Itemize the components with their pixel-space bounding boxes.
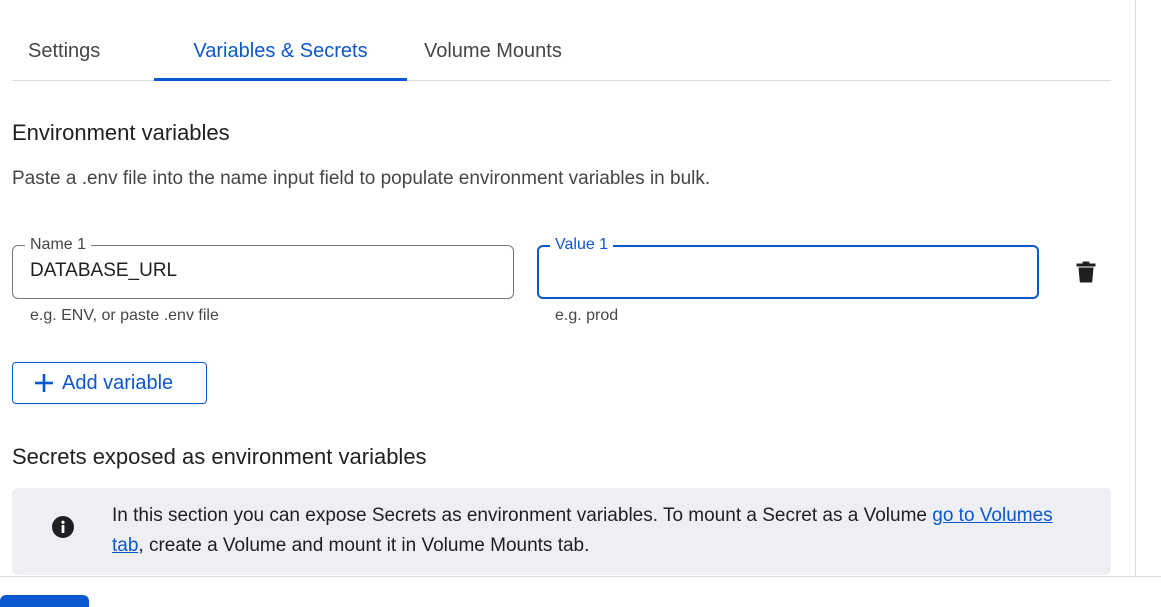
info-text-after: , create a Volume and mount it in Volume… [138,535,590,556]
info-icon [52,516,74,538]
environment-variables-heading: Environment variables [12,120,230,145]
tab-settings[interactable]: Settings [28,24,138,79]
footer-divider [0,576,1161,577]
delete-variable-button[interactable] [1070,256,1102,288]
primary-action-button[interactable] [0,595,89,607]
plus-icon [34,373,54,393]
tab-bar: Settings Variables & Secrets Volume Moun… [12,24,1111,81]
tab-volume-mounts[interactable]: Volume Mounts [424,24,624,79]
secrets-info-banner: In this section you can expose Secrets a… [12,488,1111,575]
add-variable-button[interactable]: Add variable [12,362,207,404]
vertical-scroll-divider [1135,0,1136,577]
trash-icon [1076,261,1096,283]
env-value-hint: e.g. prod [555,307,619,324]
env-name-input[interactable] [30,260,501,282]
secrets-heading: Secrets exposed as environment variables [12,444,427,469]
env-name-label: Name 1 [25,235,92,255]
tab-variables-secrets[interactable]: Variables & Secrets [154,24,407,81]
variables-secrets-page: Settings Variables & Secrets Volume Moun… [0,0,1161,607]
env-value-field[interactable]: Value 1 [537,235,1039,299]
secrets-info-text: In this section you can expose Secrets a… [112,501,1077,561]
environment-variables-description: Paste a .env file into the name input fi… [12,168,711,189]
info-text-before: In this section you can expose Secrets a… [112,505,933,526]
env-name-hint: e.g. ENV, or paste .env file [30,307,219,324]
env-name-field[interactable]: Name 1 [12,235,514,299]
env-value-label: Value 1 [550,235,614,255]
add-variable-label: Add variable [62,371,174,394]
env-value-input[interactable] [555,260,1025,282]
